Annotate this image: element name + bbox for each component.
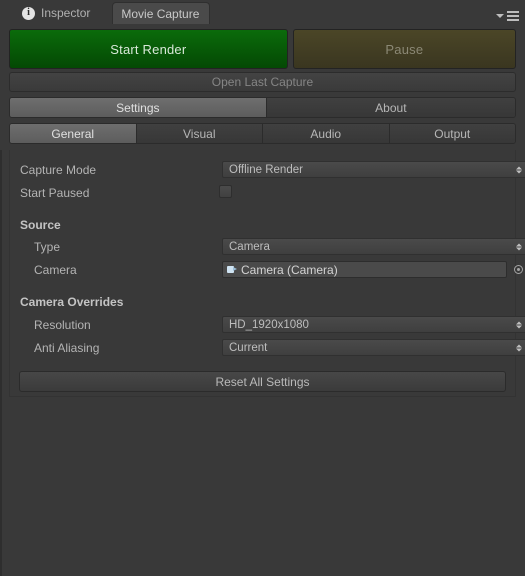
dropdown-arrows-icon bbox=[516, 321, 522, 328]
tab-general-label: General bbox=[51, 126, 95, 141]
window-tab-bar: i Inspector Movie Capture bbox=[0, 0, 525, 24]
pause-button[interactable]: Pause bbox=[292, 29, 516, 69]
row-source-type: Type Camera bbox=[20, 238, 525, 256]
open-last-capture-button[interactable]: Open Last Capture bbox=[9, 72, 516, 92]
anti-aliasing-dropdown[interactable]: Current bbox=[222, 339, 525, 356]
dropdown-arrows-icon bbox=[516, 243, 522, 250]
render-controls: Start Render Pause bbox=[9, 29, 516, 69]
row-resolution: Resolution HD_1920x1080 bbox=[20, 316, 525, 334]
anti-aliasing-value: Current bbox=[229, 341, 268, 354]
start-render-button[interactable]: Start Render bbox=[9, 29, 288, 69]
info-icon: i bbox=[22, 6, 35, 20]
pause-label: Pause bbox=[385, 41, 424, 57]
tab-settings[interactable]: Settings bbox=[10, 98, 267, 117]
start-render-label: Start Render bbox=[110, 41, 187, 57]
start-paused-checkbox[interactable] bbox=[219, 185, 232, 202]
resolution-value: HD_1920x1080 bbox=[229, 318, 309, 331]
source-type-value: Camera bbox=[229, 240, 270, 253]
dropdown-arrows-icon bbox=[516, 344, 522, 351]
row-source-camera: Camera Camera (Camera) bbox=[20, 261, 523, 279]
tab-visual[interactable]: Visual bbox=[136, 124, 263, 143]
tab-output[interactable]: Output bbox=[389, 124, 515, 143]
reset-all-settings-label: Reset All Settings bbox=[215, 374, 310, 389]
source-camera-label: Camera bbox=[34, 263, 77, 277]
section-header-camera-overrides: Camera Overrides bbox=[20, 293, 507, 311]
tab-audio[interactable]: Audio bbox=[263, 124, 390, 143]
reset-all-settings-button[interactable]: Reset All Settings bbox=[19, 371, 506, 392]
settings-panel: Capture Mode Offline Render Start Paused… bbox=[9, 150, 525, 397]
chevron-down-icon bbox=[496, 14, 504, 18]
open-last-capture-label: Open Last Capture bbox=[211, 75, 314, 89]
row-capture-mode: Capture Mode Offline Render bbox=[20, 161, 525, 179]
dropdown-arrows-icon bbox=[516, 166, 522, 173]
source-type-label: Type bbox=[34, 240, 61, 254]
camera-overrides-header-label: Camera Overrides bbox=[20, 295, 124, 309]
camera-icon bbox=[227, 265, 238, 274]
resolution-label: Resolution bbox=[34, 318, 91, 332]
tab-audio-label: Audio bbox=[310, 126, 342, 141]
anti-aliasing-label: Anti Aliasing bbox=[34, 341, 100, 355]
source-header-label: Source bbox=[20, 218, 61, 232]
capture-mode-label: Capture Mode bbox=[20, 163, 97, 177]
tab-settings-label: Settings bbox=[116, 100, 160, 115]
section-header-source: Source bbox=[20, 216, 507, 234]
inspector-window: i Inspector Movie Capture Start Render P… bbox=[0, 0, 525, 576]
capture-mode-value: Offline Render bbox=[229, 163, 303, 176]
tab-about-label: About bbox=[375, 100, 407, 115]
row-start-paused: Start Paused bbox=[20, 184, 507, 202]
tab-output-label: Output bbox=[434, 126, 471, 141]
row-anti-aliasing: Anti Aliasing Current bbox=[20, 339, 525, 357]
secondary-tab-strip: General Visual Audio Output bbox=[9, 123, 516, 144]
window-tab-inspector-label: Inspector bbox=[41, 6, 91, 20]
start-paused-label: Start Paused bbox=[20, 186, 90, 200]
primary-tab-strip: Settings About bbox=[9, 97, 516, 118]
object-picker-icon[interactable] bbox=[511, 262, 525, 277]
tab-visual-label: Visual bbox=[183, 126, 216, 141]
window-menu-button[interactable] bbox=[496, 11, 519, 21]
resolution-dropdown[interactable]: HD_1920x1080 bbox=[222, 316, 525, 333]
tab-general[interactable]: General bbox=[10, 124, 137, 143]
hamburger-menu-icon bbox=[507, 11, 519, 21]
source-camera-value: Camera (Camera) bbox=[241, 262, 338, 277]
empty-area bbox=[2, 398, 525, 576]
source-camera-object-field[interactable]: Camera (Camera) bbox=[222, 261, 525, 278]
tab-about[interactable]: About bbox=[266, 98, 515, 117]
source-type-dropdown[interactable]: Camera bbox=[222, 238, 525, 255]
window-tab-inspector[interactable]: i Inspector bbox=[14, 2, 100, 24]
capture-mode-dropdown[interactable]: Offline Render bbox=[222, 161, 525, 178]
window-tab-movie-capture[interactable]: Movie Capture bbox=[112, 2, 211, 24]
window-tab-movie-capture-label: Movie Capture bbox=[121, 6, 200, 21]
